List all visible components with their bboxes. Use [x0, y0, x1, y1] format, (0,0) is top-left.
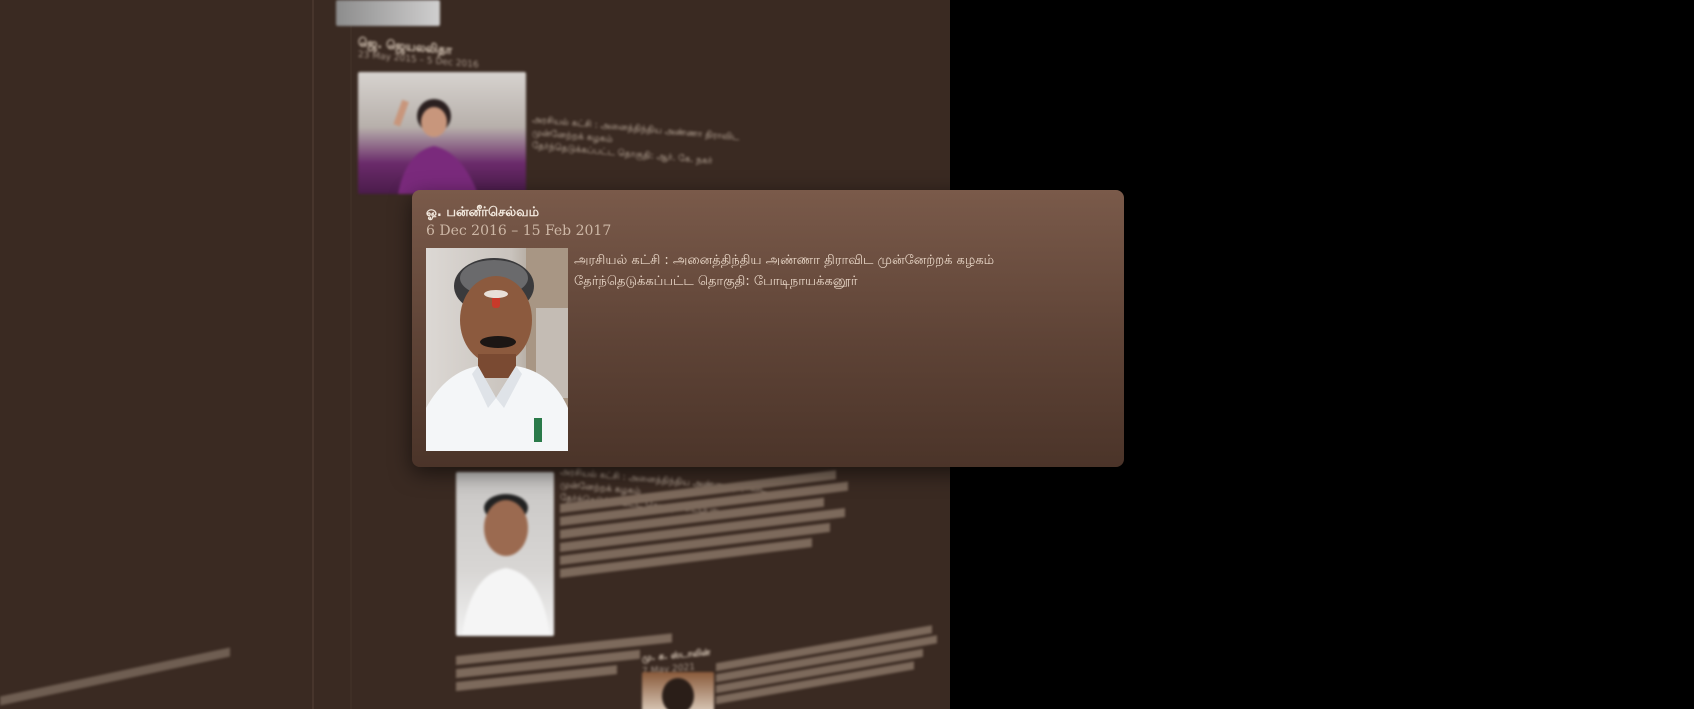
- entry-details: அரசியல் கட்சி : அனைத்திந்திய அண்ணா திராவ…: [532, 114, 762, 173]
- portrait-photo-icon: [462, 494, 550, 636]
- portrait-photo: [642, 672, 714, 709]
- card-party: அரசியல் கட்சி : அனைத்திந்திய அண்ணா திராவ…: [574, 253, 995, 268]
- column-divider: [312, 0, 314, 709]
- column-divider: [350, 0, 352, 709]
- portrait-photo-icon: [662, 678, 694, 709]
- left-footer: [0, 647, 230, 706]
- entry-paragraph: [716, 620, 946, 708]
- card-constituency: தேர்ந்தெடுக்கப்பட்ட தொகுதி: போடிநாயக்கனூ…: [574, 274, 858, 289]
- card-dates: 6 Dec 2016 – 15 Feb 2017: [426, 223, 612, 239]
- hover-preview-card[interactable]: ஓ. பன்னீர்செல்வம் 6 Dec 2016 – 15 Feb 20…: [412, 190, 1124, 467]
- card-name: ஓ. பன்னீர்செல்வம்: [426, 205, 540, 220]
- portrait-photo: [456, 472, 554, 636]
- card-details: அரசியல் கட்சி : அனைத்திந்திய அண்ணா திராவ…: [574, 250, 994, 292]
- portrait-photo-icon: [393, 99, 478, 194]
- portrait-photo: [426, 248, 568, 451]
- portrait-photo-icon: [426, 248, 568, 451]
- portrait-photo: [358, 72, 526, 194]
- entry-header: ஜெ. ஜெயலலிதா 23 May 2015 – 5 Dec 2016: [358, 35, 479, 73]
- cropped-photo: [336, 0, 440, 26]
